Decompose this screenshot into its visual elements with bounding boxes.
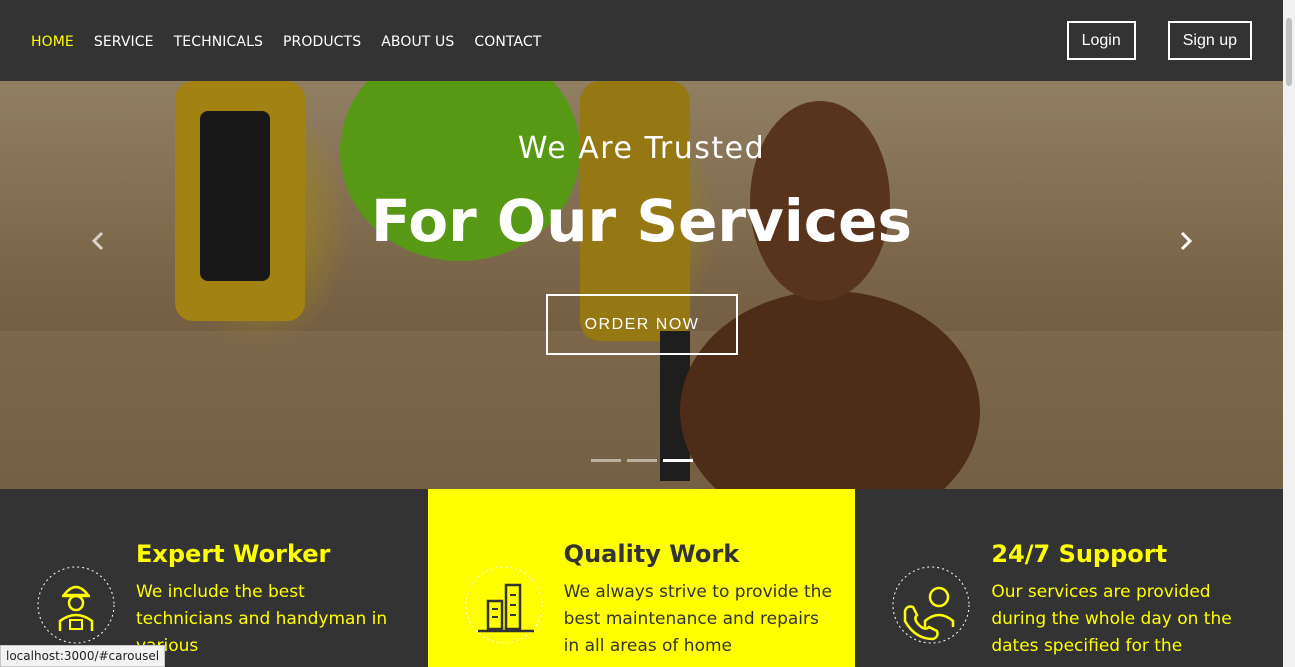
page-scrollbar[interactable] <box>1283 0 1295 667</box>
feature-text: We include the best technicians and hand… <box>136 582 388 656</box>
carousel-next-button[interactable] <box>1174 231 1198 251</box>
carousel-indicator-1[interactable] <box>591 459 621 462</box>
feature-title: Quality Work <box>563 540 740 568</box>
login-button[interactable]: Login <box>1066 21 1136 60</box>
feature-support: 24/7 Support Our services are provided d… <box>855 489 1284 667</box>
worker-icon <box>37 566 115 644</box>
hero-content: We Are Trusted For Our Services ORDER NO… <box>0 81 1283 489</box>
nav-link-service[interactable]: SERVICE <box>94 34 154 50</box>
chevron-right-icon <box>1180 231 1193 251</box>
nav-link-contact[interactable]: CONTACT <box>474 34 541 50</box>
navbar: HOME SERVICE TECHNICALS PRODUCTS ABOUT U… <box>0 0 1283 81</box>
nav-link-about-us[interactable]: ABOUT US <box>381 34 454 50</box>
link-status-bar: localhost:3000/#carousel <box>0 645 166 667</box>
hero-title: For Our Services <box>371 187 912 255</box>
hero-subtitle: We Are Trusted <box>517 131 766 166</box>
nav-links: HOME SERVICE TECHNICALS PRODUCTS ABOUT U… <box>31 31 561 50</box>
scrollbar-thumb[interactable] <box>1286 18 1292 86</box>
chevron-left-icon <box>91 231 104 251</box>
hero-carousel: We Are Trusted For Our Services ORDER NO… <box>0 81 1283 489</box>
feature-text: We always strive to provide the best mai… <box>563 582 832 656</box>
feature-quality-work: Quality Work We always strive to provide… <box>427 489 856 667</box>
page: HOME SERVICE TECHNICALS PRODUCTS ABOUT U… <box>0 0 1295 667</box>
feature-text: Our services are provided during the who… <box>991 582 1232 656</box>
feature-title: 24/7 Support <box>991 540 1168 568</box>
nav-actions: Login Sign up <box>1066 21 1252 60</box>
features-section: Expert Worker We include the best techni… <box>0 489 1284 667</box>
signup-button[interactable]: Sign up <box>1167 21 1252 60</box>
buildings-icon <box>465 566 543 644</box>
carousel-indicators <box>591 459 693 462</box>
nav-link-technicals[interactable]: TECHNICALS <box>174 34 263 50</box>
carousel-indicator-3[interactable] <box>663 459 693 462</box>
carousel-indicator-2[interactable] <box>627 459 657 462</box>
support-agent-icon <box>892 566 970 644</box>
nav-link-products[interactable]: PRODUCTS <box>283 34 361 50</box>
carousel-prev-button[interactable] <box>86 231 110 251</box>
order-now-button[interactable]: ORDER NOW <box>546 294 738 355</box>
feature-expert-worker: Expert Worker We include the best techni… <box>0 489 428 667</box>
nav-link-home[interactable]: HOME <box>31 34 74 50</box>
feature-title: Expert Worker <box>136 540 331 568</box>
